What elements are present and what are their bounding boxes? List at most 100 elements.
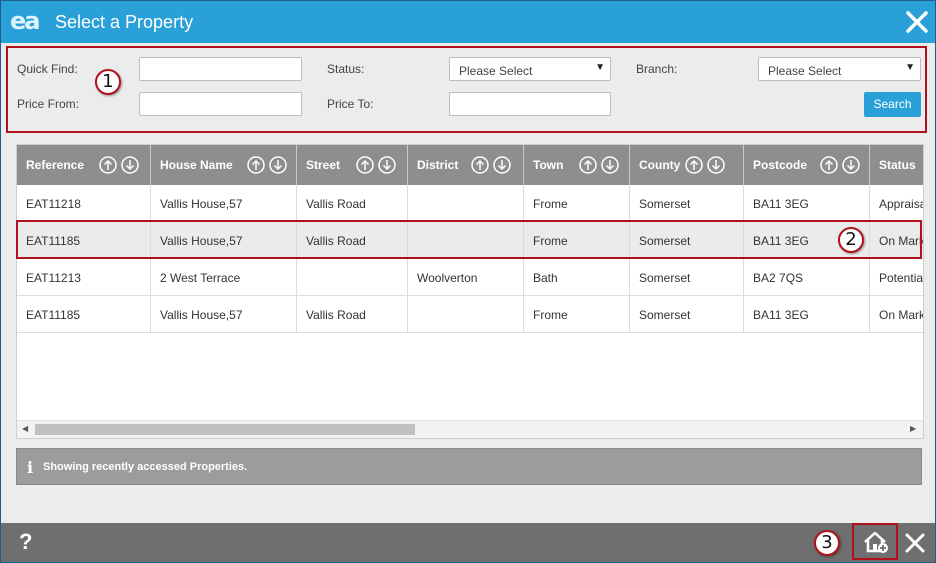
sort-ascending-icon[interactable] [99,156,117,174]
scrollbar-thumb[interactable] [35,424,415,435]
add-property-button[interactable] [852,523,898,560]
sort-ascending-icon[interactable] [579,156,597,174]
sort-descending-icon[interactable] [842,156,860,174]
column-header[interactable]: District [408,145,524,185]
sort-ascending-icon[interactable] [471,156,489,174]
table-cell: BA11 3EG [744,296,870,332]
table-cell: On Market [879,234,923,248]
callout-1: 1 [95,69,121,95]
table-cell: Potential [879,271,924,285]
grid-header: Reference House Name Street District Town Cou… [17,145,923,185]
table-cell: Somerset [630,185,744,221]
column-header[interactable]: Street [297,145,408,185]
table-cell: EAT11185 [17,296,151,332]
table-cell: Vallis Road [297,296,408,332]
price-to-label: Price To: [327,97,374,111]
price-from-input[interactable] [139,92,302,116]
sort-descending-icon[interactable] [707,156,725,174]
table-cell [297,259,408,295]
table-cell: Frome [524,185,630,221]
column-header[interactable]: Status [870,145,923,185]
column-header-label: Reference [26,158,85,172]
table-cell: Somerset [630,296,744,332]
table-cell: Vallis Road [297,185,408,221]
scroll-left-icon[interactable]: ◀ [22,424,28,433]
callout-2: 2 [838,227,864,253]
help-icon[interactable]: ? [19,529,32,555]
select-property-dialog: ea Select a Property Quick Find: Price F… [0,0,936,563]
scroll-right-icon[interactable]: ▶ [910,424,916,433]
table-row[interactable]: EAT11185 Vallis House,57 Vallis Road Frome S… [17,296,923,333]
table-cell: On Market [879,308,923,322]
table-cell: Frome [524,222,630,258]
table-cell: EAT11213 [17,259,151,295]
property-grid: Reference House Name Street District Town Cou… [16,144,924,439]
table-cell: Vallis House,57 [151,296,297,332]
branch-label: Branch: [636,62,678,76]
column-header-label: Status [879,158,916,172]
price-to-input[interactable] [449,92,611,116]
title-bar: ea Select a Property [1,1,935,43]
horizontal-scrollbar[interactable]: ◀ ▶ [17,420,923,438]
column-header[interactable]: County [630,145,744,185]
table-cell [408,296,524,332]
table-cell: Somerset [630,222,744,258]
table-cell: EAT11218 [17,185,151,221]
info-text: Showing recently accessed Properties. [43,461,248,473]
footer-bar: ? 3 [1,523,935,562]
table-cell: Appraisal [879,197,923,211]
dropdown-caret-icon: ▼ [595,62,605,73]
close-icon[interactable] [904,9,930,35]
column-header-label: Postcode [753,158,808,172]
column-header[interactable]: House Name [151,145,297,185]
table-row[interactable]: EAT11185 Vallis House,57 Vallis Road Frome S… [17,222,923,259]
filter-panel: Quick Find: Price From: Status: Please S… [6,46,927,133]
table-cell: 2 West Terrace [151,259,297,295]
dialog-title: Select a Property [55,12,194,32]
app-logo: ea [10,7,41,35]
column-header-label: Town [533,158,564,172]
branch-select-value: Please Select [768,64,842,78]
sort-descending-icon[interactable] [269,156,287,174]
table-cell: Vallis Road [297,222,408,258]
quick-find-label: Quick Find: [17,62,78,76]
table-cell: Frome [524,296,630,332]
close-icon[interactable] [904,532,926,554]
table-cell: Somerset [630,259,744,295]
table-row[interactable]: EAT11213 2 West Terrace Woolverton Bath Some… [17,259,923,296]
table-cell: BA2 7QS [744,259,870,295]
callout-3: 3 [814,530,840,556]
status-select-value: Please Select [459,64,533,78]
dropdown-caret-icon: ▼ [905,62,915,73]
sort-ascending-icon[interactable] [820,156,838,174]
status-select[interactable]: Please Select ▼ [449,57,611,81]
sort-descending-icon[interactable] [378,156,396,174]
table-cell [408,222,524,258]
add-home-icon [864,531,888,553]
column-header-label: Street [306,158,341,172]
table-cell: Vallis House,57 [151,222,297,258]
branch-select[interactable]: Please Select ▼ [758,57,921,81]
table-cell: Bath [524,259,630,295]
column-header[interactable]: Postcode [744,145,870,185]
sort-descending-icon[interactable] [121,156,139,174]
sort-ascending-icon[interactable] [356,156,374,174]
table-cell [408,185,524,221]
column-header[interactable]: Reference [17,145,151,185]
status-label: Status: [327,62,365,76]
price-from-label: Price From: [17,97,80,111]
column-header[interactable]: Town [524,145,630,185]
sort-ascending-icon[interactable] [247,156,265,174]
quick-find-input[interactable] [139,57,302,81]
table-row[interactable]: EAT11218 Vallis House,57 Vallis Road Frome S… [17,185,923,222]
column-header-label: House Name [160,158,233,172]
column-header-label: County [639,158,681,172]
table-cell: Vallis House,57 [151,185,297,221]
table-cell: EAT11185 [17,222,151,258]
table-cell: BA11 3EG [744,185,870,221]
sort-descending-icon[interactable] [601,156,619,174]
info-icon: i [27,458,34,477]
search-button[interactable]: Search [864,92,921,117]
sort-ascending-icon[interactable] [685,156,703,174]
sort-descending-icon[interactable] [493,156,511,174]
